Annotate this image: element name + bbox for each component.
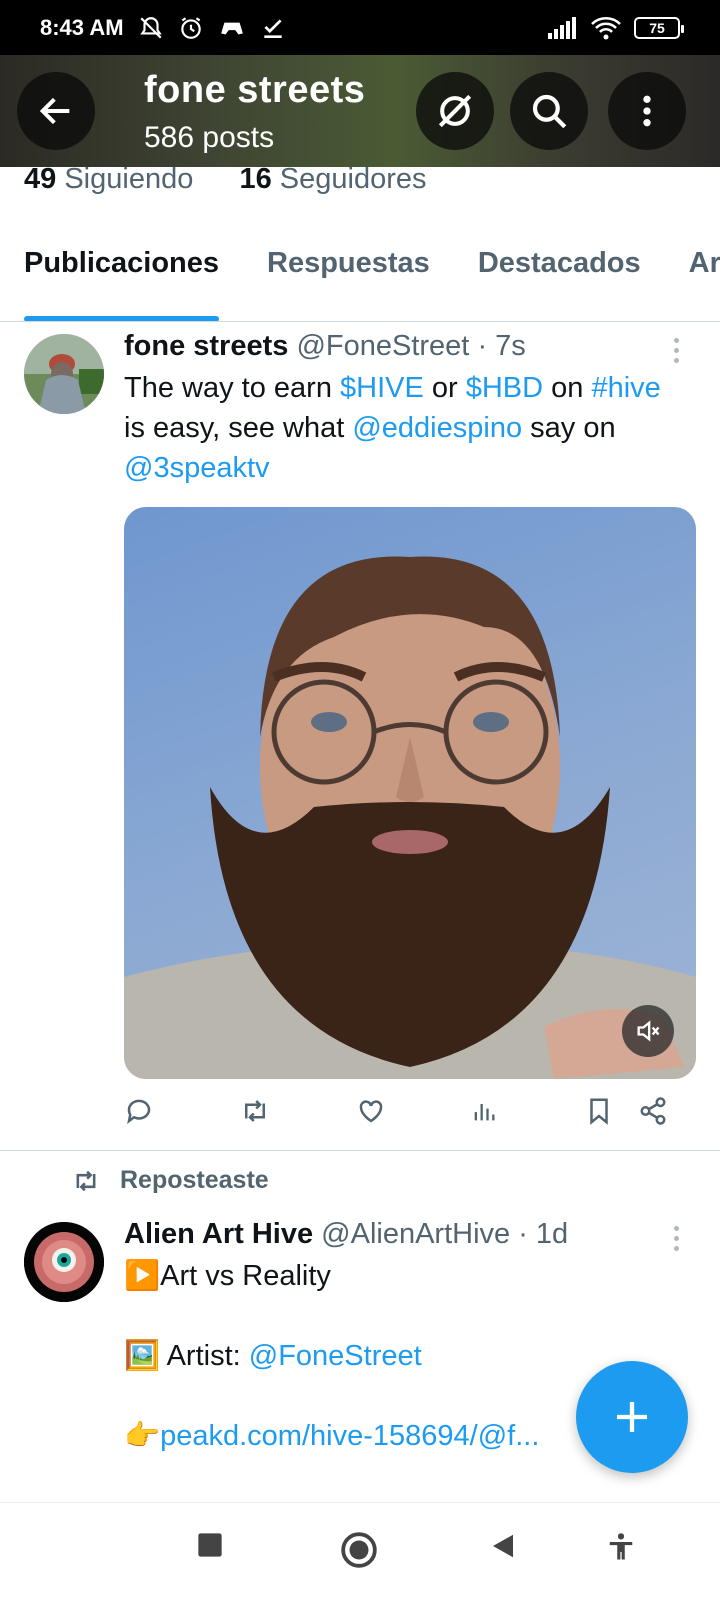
post-count: 586 posts — [144, 121, 275, 154]
followers-link[interactable]: 16 Seguidores — [239, 163, 426, 195]
video-frame — [124, 556, 696, 1079]
tweet-time: · 1d — [518, 1218, 569, 1250]
mention-3speaktv[interactable]: @3speaktv — [124, 452, 270, 484]
repost-context: Reposteaste — [70, 1166, 269, 1195]
compose-button[interactable] — [576, 1361, 688, 1473]
accessibility-icon[interactable] — [606, 1531, 636, 1563]
peakd-link[interactable]: peakd.com/hive-158694/@f... — [160, 1420, 539, 1452]
tweet-actions — [124, 1096, 694, 1136]
avatar-fonestreet[interactable] — [24, 334, 104, 414]
more-options-button[interactable] — [608, 72, 686, 150]
status-bar: 8:43 AM 75 — [0, 0, 720, 55]
reply-icon[interactable] — [124, 1096, 154, 1126]
mute-toggle-button[interactable] — [622, 1005, 674, 1057]
recents-icon[interactable] — [196, 1531, 224, 1559]
avatar-alienarthive[interactable] — [24, 1222, 104, 1302]
mention-eddiespino[interactable]: @eddiespino — [352, 412, 522, 444]
share-icon[interactable] — [638, 1096, 668, 1126]
tweet-more-button[interactable] — [674, 1226, 682, 1251]
grok-icon — [438, 94, 472, 128]
repost-label: Reposteaste — [120, 1166, 269, 1194]
search-button[interactable] — [510, 72, 588, 150]
wifi-icon — [591, 16, 621, 39]
plus-icon — [617, 1402, 647, 1432]
views-icon[interactable] — [470, 1096, 498, 1126]
volume-mute-icon — [637, 1020, 660, 1042]
tweet-divider — [0, 1150, 720, 1151]
tweet-video[interactable] — [124, 507, 696, 1079]
check-icon — [263, 18, 282, 38]
play-emoji: ▶️ — [124, 1260, 161, 1292]
status-time: 8:43 AM — [40, 14, 124, 40]
system-nav-bar — [0, 1502, 720, 1600]
game-icon — [220, 22, 243, 34]
tweet-author-handle[interactable]: @FoneStreet — [296, 330, 469, 362]
tweet-author-name[interactable]: Alien Art Hive — [124, 1218, 313, 1250]
cashtag-hive[interactable]: $HIVE — [340, 372, 424, 404]
battery-icon: 75 — [634, 16, 684, 39]
battery-level: 75 — [649, 19, 665, 36]
tab-respuestas[interactable]: Respuestas — [267, 250, 430, 321]
bookmark-icon[interactable] — [584, 1096, 614, 1126]
profile-tabs: Publicaciones Respuestas Destacados Artí… — [0, 250, 720, 322]
search-icon — [532, 94, 567, 129]
tweet-more-button[interactable] — [674, 338, 682, 363]
notifications-off-icon — [139, 16, 162, 39]
hashtag-hive[interactable]: #hive — [591, 372, 660, 404]
mention-fonestreet[interactable]: @FoneStreet — [249, 1340, 422, 1372]
tab-publicaciones[interactable]: Publicaciones — [24, 250, 220, 321]
page-title: fone streets — [144, 69, 366, 111]
back-arrow-icon — [39, 97, 70, 125]
tweet-author-handle[interactable]: @AlienArtHive — [321, 1218, 510, 1250]
following-link[interactable]: 49 Siguiendo — [24, 163, 193, 195]
grok-button[interactable] — [416, 72, 494, 150]
repost-icon[interactable] — [239, 1096, 271, 1126]
like-icon[interactable] — [356, 1096, 386, 1126]
signal-icon — [548, 16, 576, 39]
pointing-emoji: 👉 — [124, 1420, 161, 1452]
more-icon — [643, 95, 651, 127]
picture-emoji: 🖼️ — [124, 1340, 161, 1372]
follow-stats: 49 Siguiendo 16 Seguidores — [24, 163, 427, 196]
tab-articulos[interactable]: Artículos — [689, 250, 720, 321]
tweet-text: The way to earn $HIVE or $HBD on #hive i… — [124, 372, 661, 484]
back-icon[interactable] — [488, 1531, 518, 1561]
home-icon[interactable] — [340, 1531, 378, 1569]
tweet-time: · 7s — [477, 330, 526, 362]
back-button[interactable] — [17, 72, 95, 150]
profile-header: fone streets 586 posts — [0, 55, 720, 167]
repost-icon — [76, 1170, 96, 1191]
tweet-author-name[interactable]: fone streets — [124, 330, 288, 362]
cashtag-hbd[interactable]: $HBD — [466, 372, 543, 404]
tab-destacados[interactable]: Destacados — [478, 250, 641, 321]
alarm-icon — [180, 16, 201, 39]
